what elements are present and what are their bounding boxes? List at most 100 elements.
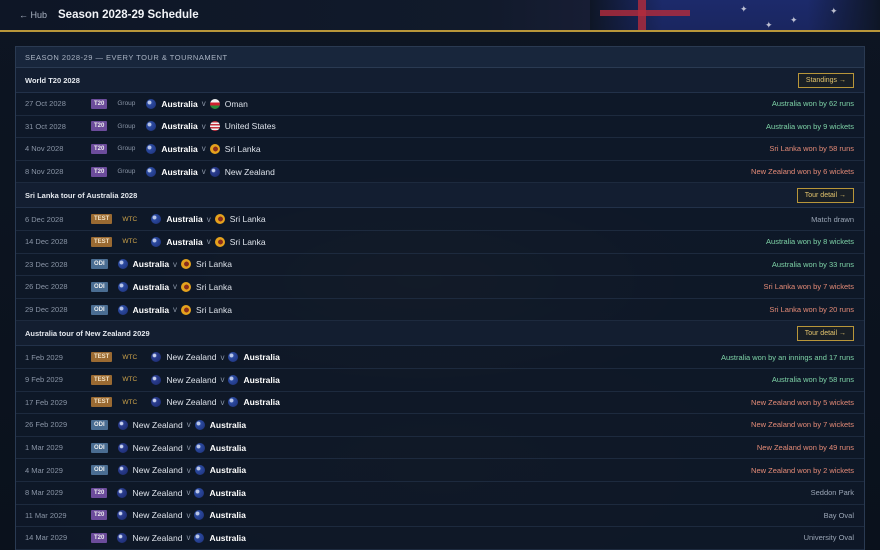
match-date: 6 Dec 2028 — [25, 214, 64, 224]
away-team: Australia — [228, 397, 280, 408]
match-row[interactable]: 6 Dec 2028 TEST WTC Australia v Sri Lanka Matc… — [16, 208, 864, 231]
versus-label: v — [220, 375, 225, 385]
versus-label: v — [201, 167, 206, 177]
match-row[interactable]: 8 Nov 2028 T20 Group Australia v New Zealand N… — [16, 161, 864, 184]
match-row[interactable]: 9 Feb 2029 TEST WTC New Zealand v Australia Au… — [16, 369, 864, 392]
panel-header: SEASON 2028-29 — EVERY TOUR & TOURNAMENT — [16, 47, 864, 68]
sl-flag-icon — [181, 259, 192, 270]
home-team: New Zealand — [117, 532, 182, 543]
match-row[interactable]: 23 Dec 2028 ODI Australia v Sri Lanka Austral… — [16, 254, 864, 277]
match-result: New Zealand won by 49 runs — [756, 443, 854, 453]
schedule-panel: SEASON 2028-29 — EVERY TOUR & TOURNAMENT… — [15, 46, 865, 550]
away-team-name: Sri Lanka — [196, 259, 232, 270]
match-row[interactable]: 1 Feb 2029 TEST WTC New Zealand v Australia Au… — [16, 346, 864, 369]
match-row[interactable]: 17 Feb 2029 TEST WTC New Zealand v Australia N… — [16, 392, 864, 415]
match-row[interactable]: 26 Feb 2029 ODI New Zealand v Australia New Z… — [16, 414, 864, 437]
home-team-name: New Zealand — [132, 487, 183, 498]
nz-flag-icon — [117, 465, 128, 476]
aus-flag-icon — [194, 487, 205, 498]
competition-tag: WTC — [122, 353, 138, 361]
sl-flag-icon — [214, 214, 225, 225]
home-team-name: Australia — [161, 98, 198, 109]
home-team: Australia — [146, 121, 198, 132]
match-result: Sri Lanka won by 58 runs — [769, 144, 854, 154]
format-badge: ODI — [91, 304, 108, 315]
away-team: Sri Lanka — [209, 143, 261, 154]
away-team: Australia — [194, 510, 246, 521]
sl-flag-icon — [181, 281, 192, 292]
nz-flag-icon — [117, 442, 128, 453]
format-badge: T20 — [91, 532, 108, 543]
section-action-button[interactable]: Tour detail → — [796, 187, 854, 203]
away-team-name: Australia — [243, 397, 280, 408]
home-team-name: Australia — [166, 214, 203, 225]
versus-label: v — [186, 465, 191, 475]
match-row[interactable]: 11 Mar 2029 T20 New Zealand v Australia Bay O… — [16, 505, 864, 528]
home-team-name: Australia — [132, 304, 170, 315]
away-team-name: New Zealand — [224, 166, 275, 177]
versus-label: v — [186, 533, 191, 543]
section-action-button[interactable]: Tour detail → — [796, 325, 854, 341]
competition-tag: WTC — [122, 398, 138, 406]
format-badge: T20 — [91, 121, 108, 132]
match-result: University Oval — [803, 533, 854, 543]
match-row[interactable]: 14 Mar 2029 T20 New Zealand v Australia Unive… — [16, 527, 864, 550]
match-row[interactable]: 27 Oct 2028 T20 Group Australia v Oman Austral… — [16, 93, 864, 116]
section-header: Sri Lanka tour of Australia 2028 Tour det… — [16, 183, 864, 209]
nz-flag-icon — [117, 510, 128, 521]
match-row[interactable]: 26 Dec 2028 ODI Australia v Sri Lanka Sri Lan… — [16, 276, 864, 299]
aus-flag-icon — [146, 166, 157, 177]
away-team-name: Sri Lanka — [196, 304, 232, 315]
away-team-name: Sri Lanka — [224, 143, 261, 154]
home-team-name: Australia — [161, 143, 198, 154]
match-date: 1 Mar 2029 — [25, 443, 63, 453]
versus-label: v — [201, 144, 206, 154]
versus-label: v — [201, 121, 206, 131]
match-row[interactable]: 4 Mar 2029 ODI New Zealand v Australia New Ze… — [16, 459, 864, 482]
home-team: New Zealand — [117, 487, 183, 498]
versus-label: v — [220, 352, 225, 362]
home-team: Australia — [117, 304, 170, 315]
home-team: New Zealand — [117, 419, 183, 430]
competition-tag: Group — [117, 122, 136, 130]
aus-flag-icon — [117, 259, 128, 270]
away-team: Sri Lanka — [181, 259, 232, 270]
section-action-button[interactable]: Standings → — [797, 72, 854, 88]
match-date: 9 Feb 2029 — [25, 375, 63, 385]
competition-tag: WTC — [122, 215, 138, 223]
competition-tag: WTC — [122, 238, 138, 246]
match-date: 8 Nov 2028 — [25, 167, 64, 177]
match-row[interactable]: 31 Oct 2028 T20 Group Australia v United Stat… — [16, 116, 864, 139]
away-team-name: Sri Lanka — [229, 236, 266, 247]
section-title: Australia tour of New Zealand 2029 — [25, 328, 150, 338]
versus-label: v — [186, 420, 191, 430]
versus-label: v — [186, 443, 191, 453]
aus-flag-icon — [194, 419, 205, 430]
aus-flag-icon — [194, 510, 205, 521]
back-to-hub-link[interactable]: ← Hub — [19, 10, 47, 20]
match-row[interactable]: 4 Nov 2028 T20 Group Australia v Sri Lanka Sri… — [16, 138, 864, 161]
home-team-name: Australia — [132, 281, 170, 292]
nz-flag-icon — [117, 532, 128, 543]
competition-tag: WTC — [122, 376, 138, 384]
match-date: 23 Dec 2028 — [25, 259, 68, 269]
away-team-name: Australia — [243, 352, 280, 363]
top-bar: ✦ ✦ ✦ ✦ ← Hub Season 2028-29 Schedule — [0, 0, 880, 32]
format-badge: ODI — [91, 281, 108, 292]
away-team: Sri Lanka — [214, 214, 266, 225]
home-team-name: New Zealand — [132, 510, 183, 521]
match-date: 26 Feb 2029 — [25, 420, 68, 430]
away-team-name: Sri Lanka — [196, 281, 232, 292]
match-result: Sri Lanka won by 20 runs — [769, 305, 854, 315]
aus-flag-icon — [194, 532, 205, 543]
home-team: New Zealand — [117, 510, 183, 521]
match-row[interactable]: 1 Mar 2029 ODI New Zealand v Australia New Ze… — [16, 437, 864, 460]
away-team: United States — [209, 121, 276, 132]
aus-flag-icon — [146, 143, 157, 154]
section-title: World T20 2028 — [25, 75, 80, 85]
match-row[interactable]: 8 Mar 2029 T20 New Zealand v Australia Seddon… — [16, 482, 864, 505]
section-header: Australia tour of New Zealand 2029 Tour d… — [16, 321, 864, 347]
match-row[interactable]: 14 Dec 2028 TEST WTC Australia v Sri Lanka Aus… — [16, 231, 864, 254]
match-row[interactable]: 29 Dec 2028 ODI Australia v Sri Lanka Sri Lan… — [16, 299, 864, 322]
match-date: 14 Mar 2029 — [25, 533, 68, 543]
